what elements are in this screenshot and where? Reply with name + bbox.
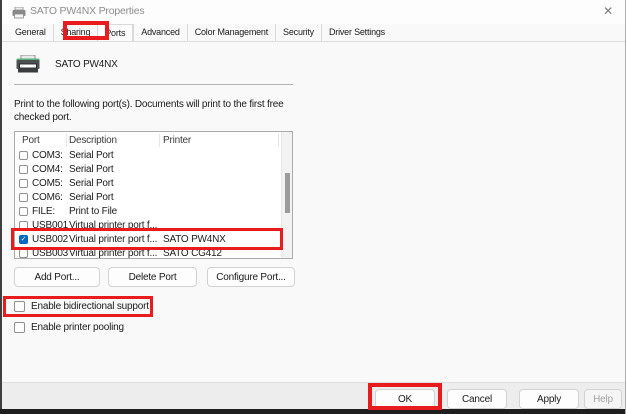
column-divider: [159, 134, 160, 147]
add-port-button[interactable]: Add Port...: [14, 267, 100, 287]
window-edge: [0, 409, 626, 414]
column-divider: [66, 134, 67, 147]
tab-general[interactable]: General: [8, 24, 53, 42]
port-cell: USB002: [32, 234, 68, 245]
port-cell: USB003: [32, 248, 68, 259]
window-title: SATO PW4NX Properties: [30, 5, 144, 17]
port-list: Port Description Printer COM3: Serial Port…: [14, 131, 293, 259]
description-cell: Virtual printer port f...: [69, 234, 157, 245]
column-header-port[interactable]: Port: [22, 135, 40, 146]
port-checkbox[interactable]: [19, 165, 28, 174]
tab-advanced[interactable]: Advanced: [133, 24, 186, 42]
intro-text: Print to the following port(s). Document…: [14, 98, 316, 124]
port-row-com6[interactable]: COM6: Serial Port: [15, 191, 281, 205]
close-icon[interactable]: ✕: [603, 4, 613, 18]
port-row-com4[interactable]: COM4: Serial Port: [15, 163, 281, 177]
scrollbar[interactable]: [281, 132, 292, 258]
port-list-rows: COM3: Serial Port COM4: Serial Port COM5…: [15, 149, 281, 261]
apply-button[interactable]: Apply: [519, 389, 579, 409]
port-checkbox[interactable]: [19, 179, 28, 188]
port-cell: USB001: [32, 220, 68, 231]
tab-ports[interactable]: Ports: [97, 24, 133, 42]
column-header-printer[interactable]: Printer: [163, 135, 191, 146]
bidirectional-label: Enable bidirectional support: [31, 301, 149, 312]
tab-driver-settings[interactable]: Driver Settings: [321, 24, 392, 42]
printer-properties-dialog: SATO PW4NX Properties ✕ GeneralSharingPo…: [0, 0, 626, 414]
port-row-usb003[interactable]: USB003 Virtual printer port f... SATO CG…: [15, 247, 281, 261]
bidirectional-checkbox[interactable]: [14, 301, 25, 312]
window-edge: [0, 0, 2, 414]
port-cell: COM4:: [32, 164, 63, 175]
tab-divider: [0, 41, 626, 42]
port-checkbox[interactable]: [19, 193, 28, 202]
port-cell: COM5:: [32, 178, 63, 189]
port-row-com5[interactable]: COM5: Serial Port: [15, 177, 281, 191]
printer-name: SATO PW4NX: [55, 59, 118, 70]
tab-color-management[interactable]: Color Management: [187, 24, 275, 42]
port-cell: COM6:: [32, 192, 63, 203]
tabstrip: GeneralSharingPortsAdvancedColor Managem…: [8, 24, 392, 42]
description-cell: Print to File: [69, 206, 117, 217]
description-cell: Serial Port: [69, 150, 114, 161]
description-cell: Virtual printer port f...: [69, 248, 157, 259]
printer-icon: [12, 6, 26, 24]
column-divider: [278, 134, 279, 147]
printer-pooling-checkbox[interactable]: [14, 322, 25, 333]
port-row-file[interactable]: FILE: Print to File: [15, 205, 281, 219]
printer-pooling-label: Enable printer pooling: [31, 322, 124, 333]
printer-device-icon: [16, 55, 40, 79]
description-cell: Serial Port: [69, 178, 114, 189]
port-row-usb002[interactable]: ✓ USB002 Virtual printer port f... SATO …: [15, 233, 281, 247]
ok-button[interactable]: OK: [375, 389, 435, 409]
column-header-description[interactable]: Description: [69, 135, 117, 146]
description-cell: Virtual printer port f...: [69, 220, 157, 231]
dialog-footer: OK Cancel Apply Help: [0, 382, 626, 409]
port-row-usb001[interactable]: USB001 Virtual printer port f...: [15, 219, 281, 233]
section-divider: [14, 84, 293, 85]
port-checkbox[interactable]: [19, 151, 28, 160]
printer-cell: SATO CG412: [163, 248, 222, 259]
description-cell: Serial Port: [69, 164, 114, 175]
configure-port-button[interactable]: Configure Port...: [207, 267, 295, 287]
port-cell: FILE:: [32, 206, 55, 217]
port-row-com3[interactable]: COM3: Serial Port: [15, 149, 281, 163]
port-cell: COM3:: [32, 150, 63, 161]
tab-sharing[interactable]: Sharing: [53, 24, 98, 42]
tab-security[interactable]: Security: [275, 24, 321, 42]
description-cell: Serial Port: [69, 192, 114, 203]
cancel-button[interactable]: Cancel: [447, 389, 507, 409]
titlebar: SATO PW4NX Properties ✕: [2, 0, 625, 24]
delete-port-button[interactable]: Delete Port: [108, 267, 197, 287]
help-button: Help: [584, 389, 622, 409]
printer-cell: SATO PW4NX: [163, 234, 226, 245]
port-checkbox[interactable]: [19, 207, 28, 216]
port-checkbox[interactable]: [19, 249, 28, 258]
port-list-header: Port Description Printer: [15, 132, 292, 149]
port-checkbox[interactable]: [19, 221, 28, 230]
scrollbar-thumb[interactable]: [285, 173, 290, 213]
port-checkbox[interactable]: ✓: [19, 235, 28, 244]
